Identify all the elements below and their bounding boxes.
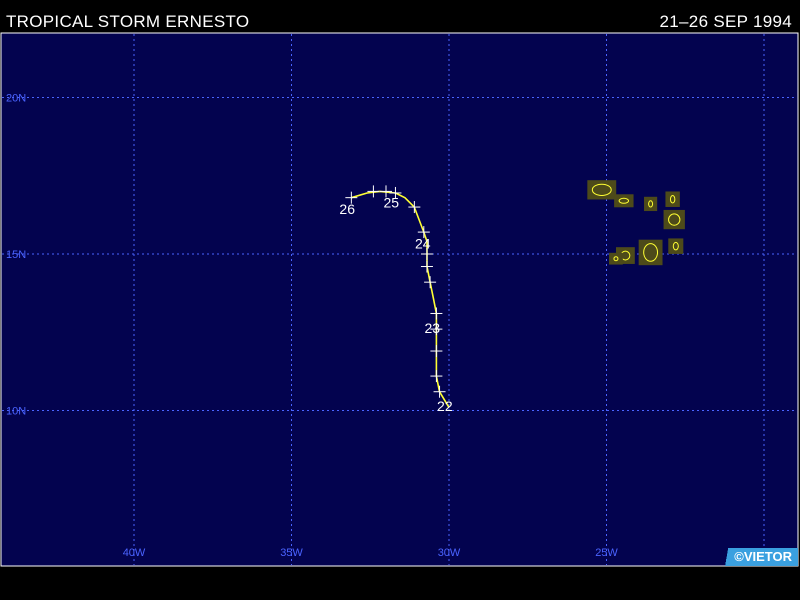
storm-title: TROPICAL STORM ERNESTO: [6, 12, 250, 31]
day-label: 25: [384, 195, 400, 211]
day-label: 24: [415, 235, 431, 251]
island-land: [609, 252, 623, 265]
storm-track-map: 20N15N10N40W35W30W25W20W 2223242526: [0, 32, 799, 567]
credit-badge: ©VIETOR: [714, 548, 798, 566]
lon-label: 25W: [595, 547, 618, 559]
island-land: [644, 196, 658, 212]
date-range: 21–26 SEP 1994: [659, 12, 792, 31]
map-background: [0, 32, 799, 567]
island-land: [668, 238, 684, 254]
island-land: [587, 180, 617, 200]
lon-label: 40W: [123, 547, 146, 559]
lon-label: 30W: [438, 547, 461, 559]
lat-label: 15N: [6, 249, 26, 261]
island-land: [665, 191, 680, 207]
day-label: 26: [339, 201, 355, 217]
day-label: 22: [437, 398, 453, 414]
island-land: [663, 209, 685, 230]
lat-label: 20N: [6, 93, 26, 105]
island-land: [614, 194, 634, 208]
lon-label: 35W: [280, 547, 303, 559]
day-label: 23: [424, 320, 440, 336]
lat-label: 10N: [6, 406, 26, 418]
